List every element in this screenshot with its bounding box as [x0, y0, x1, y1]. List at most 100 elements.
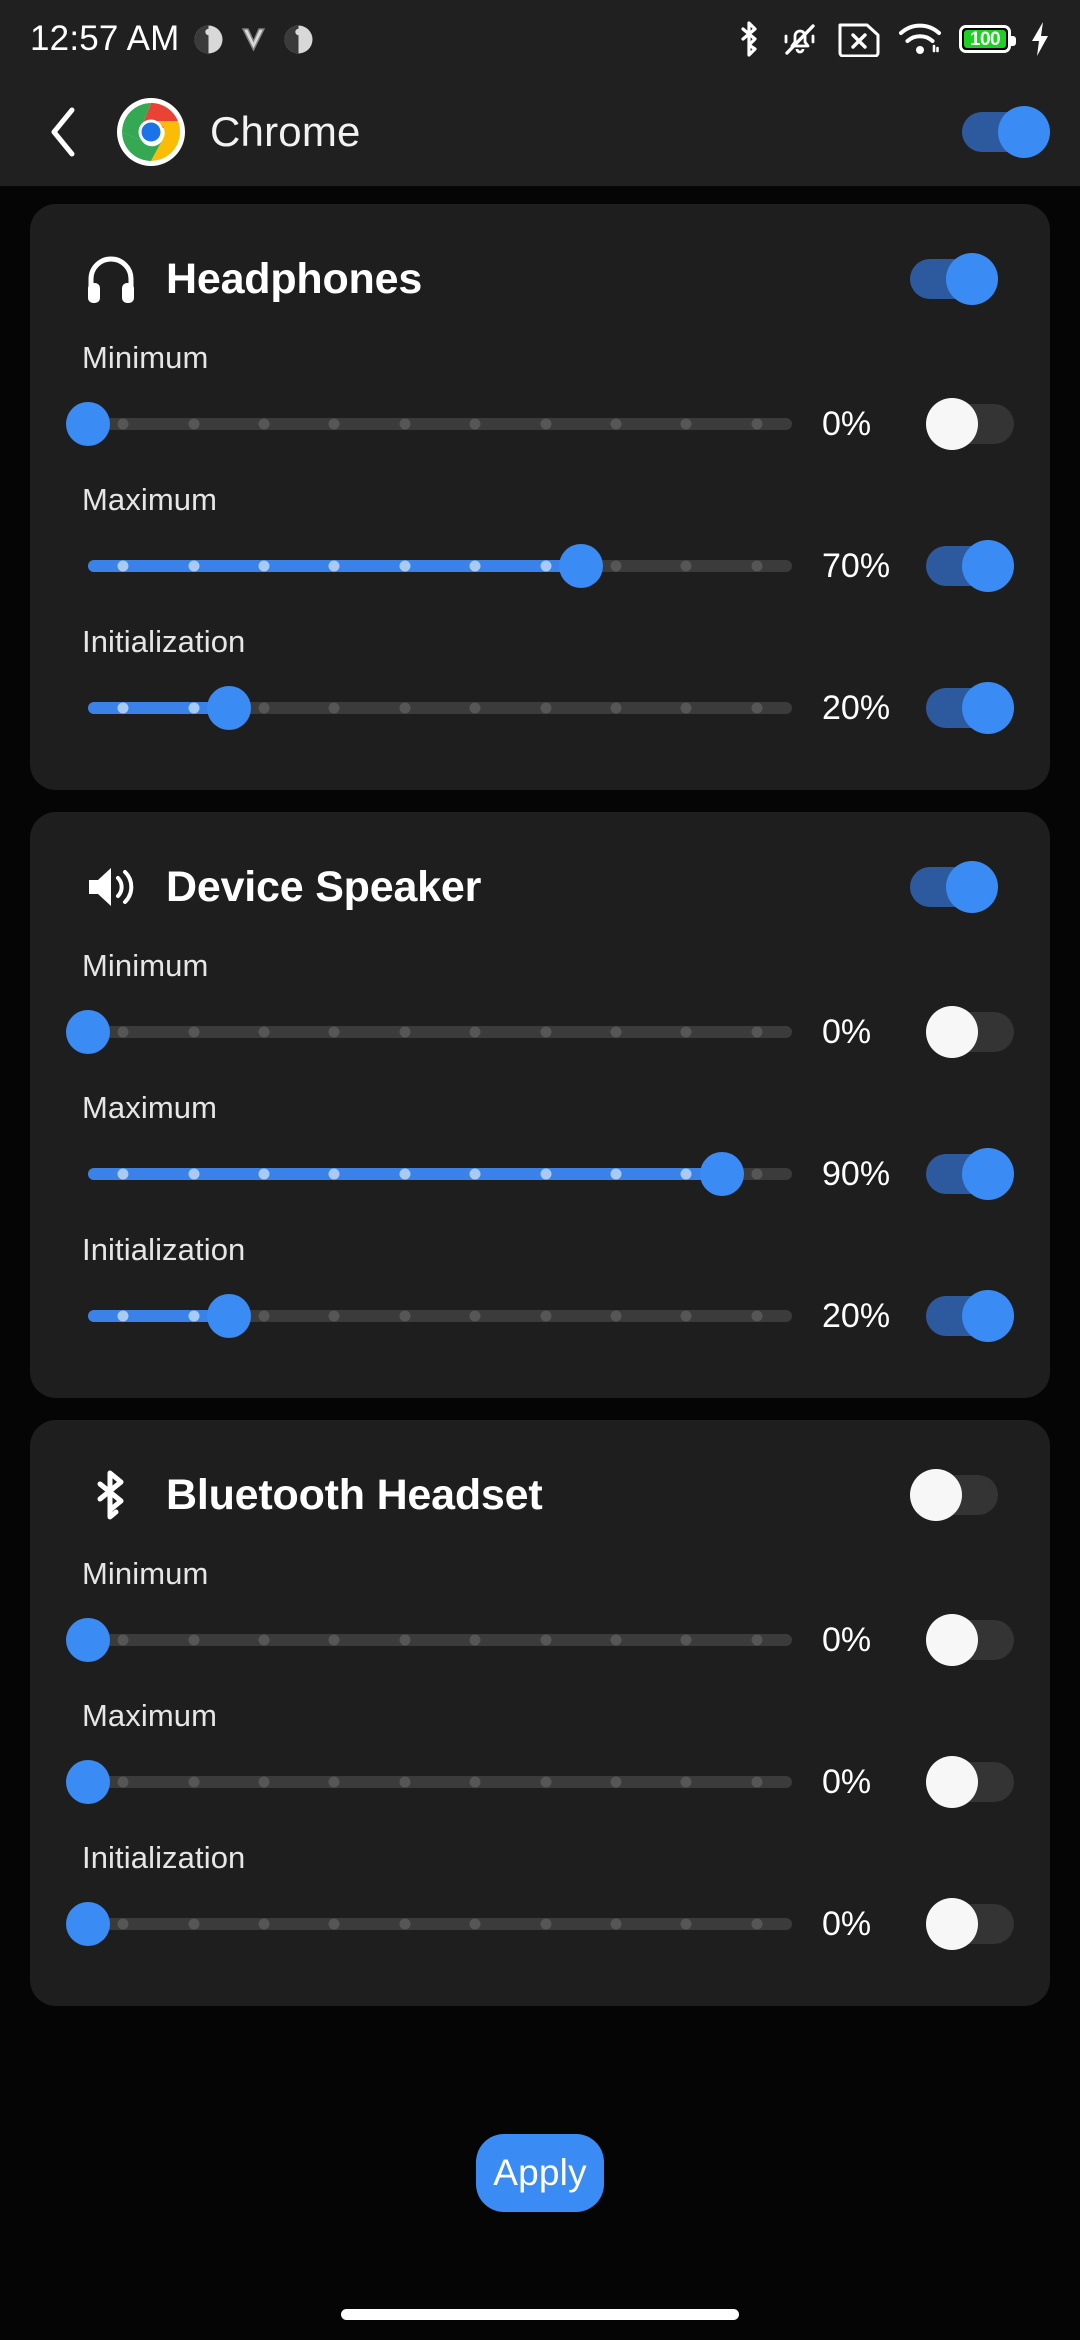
toggle-knob: [926, 1898, 978, 1950]
card-enable-toggle-bluetooth-headset[interactable]: [910, 1469, 998, 1521]
slider-tick: [258, 560, 270, 572]
slider-tick: [117, 1026, 129, 1038]
back-button[interactable]: [34, 103, 92, 161]
apply-button[interactable]: Apply: [476, 2134, 604, 2212]
toggle-knob: [926, 1756, 978, 1808]
slider-row: 20%: [60, 1268, 1020, 1364]
slider-toggle-wrap: [918, 682, 1014, 734]
app-bar: Chrome: [0, 78, 1080, 186]
battery-icon: 100: [959, 25, 1016, 53]
slider-ticks: [88, 1918, 792, 1930]
card-enable-toggle-headphones[interactable]: [910, 253, 998, 305]
slider-ticks: [88, 560, 792, 572]
slider-tick: [469, 1310, 481, 1322]
slider-value-label: 70%: [822, 546, 891, 585]
slider-toggle-wrap: [918, 398, 1014, 450]
card-header-device-speaker: Device Speaker: [60, 842, 1020, 938]
slider-label: Initialization: [82, 1840, 246, 1875]
slider-tick: [469, 1776, 481, 1788]
app-badge-icon: [193, 24, 224, 55]
slider-tick: [328, 560, 340, 572]
card-enable-toggle-device-speaker[interactable]: [910, 861, 998, 913]
slider-label: Initialization: [82, 1232, 246, 1267]
headphones-icon: [82, 250, 140, 308]
slider-tick: [399, 1634, 411, 1646]
slider-tick: [751, 1634, 763, 1646]
card-title-bluetooth-headset: Bluetooth Headset: [166, 1470, 543, 1519]
toggle-knob: [962, 1148, 1014, 1200]
slider-thumb[interactable]: [66, 402, 110, 446]
slider-tick: [328, 1918, 340, 1930]
volume-slider[interactable]: [70, 660, 806, 756]
slider-enable-toggle[interactable]: [926, 540, 1014, 592]
slider-tick: [610, 1776, 622, 1788]
slider-tick: [188, 1634, 200, 1646]
volume-slider[interactable]: [70, 1268, 806, 1364]
slider-tick: [469, 702, 481, 714]
slider-tick: [328, 1634, 340, 1646]
slider-ticks: [88, 1026, 792, 1038]
slider-tick: [680, 1026, 692, 1038]
slider-thumb[interactable]: [206, 686, 251, 730]
vibrate-off-icon: [780, 19, 820, 59]
volume-slider[interactable]: [66, 376, 806, 472]
volume-slider[interactable]: [66, 1734, 806, 1830]
slider-value-label: 0%: [822, 404, 872, 443]
slider-thumb[interactable]: [699, 1152, 744, 1196]
slider-tick: [258, 1918, 270, 1930]
slider-tick: [469, 418, 481, 430]
slider-label: Minimum: [82, 1556, 209, 1591]
slider-tick: [117, 560, 129, 572]
volume-slider[interactable]: [70, 518, 806, 614]
master-toggle[interactable]: [962, 106, 1050, 158]
slider-enable-toggle[interactable]: [926, 1756, 1014, 1808]
slider-ticks: [88, 702, 792, 714]
volume-slider[interactable]: [66, 984, 806, 1080]
slider-enable-toggle[interactable]: [926, 1614, 1014, 1666]
slider-tick: [751, 702, 763, 714]
slider-toggle-wrap: [918, 540, 1014, 592]
slider-value-label: 90%: [822, 1154, 891, 1193]
slider-value-label: 0%: [822, 1620, 872, 1659]
slider-toggle-wrap: [918, 1006, 1014, 1058]
slider-enable-toggle[interactable]: [926, 398, 1014, 450]
slider-tick: [469, 1918, 481, 1930]
slider-enable-toggle[interactable]: [926, 1290, 1014, 1342]
slider-tick: [258, 1776, 270, 1788]
slider-label: Maximum: [82, 482, 218, 517]
slider-tick: [188, 1776, 200, 1788]
slider-tick: [117, 1776, 129, 1788]
slider-thumb[interactable]: [66, 1618, 110, 1662]
slider-thumb[interactable]: [66, 1902, 110, 1946]
slider-row: 0%: [60, 984, 1020, 1080]
home-indicator[interactable]: [341, 2309, 739, 2320]
slider-tick: [751, 560, 763, 572]
phone-screen: 12:57 AM 100 Chrome Headphones Minimum 0…: [0, 0, 1080, 2340]
slider-thumb[interactable]: [66, 1010, 110, 1054]
slider-tick: [540, 1776, 552, 1788]
slider-tick: [751, 1310, 763, 1322]
slider-enable-toggle[interactable]: [926, 1898, 1014, 1950]
slider-tick: [751, 1776, 763, 1788]
slider-tick: [610, 1634, 622, 1646]
slider-tick: [610, 702, 622, 714]
slider-tick: [469, 1168, 481, 1180]
slider-row: 0%: [60, 1876, 1020, 1972]
slider-thumb[interactable]: [66, 1760, 110, 1804]
slider-thumb[interactable]: [206, 1294, 251, 1338]
slider-tick: [399, 702, 411, 714]
toggle-knob: [926, 1614, 978, 1666]
volume-slider[interactable]: [66, 1876, 806, 1972]
volume-slider[interactable]: [66, 1592, 806, 1688]
app-badge-icon: [283, 24, 314, 55]
card-header-headphones: Headphones: [60, 234, 1020, 330]
slider-tick: [258, 1310, 270, 1322]
slider-enable-toggle[interactable]: [926, 682, 1014, 734]
slider-tick: [117, 418, 129, 430]
slider-thumb[interactable]: [558, 544, 603, 588]
slider-tick: [117, 1918, 129, 1930]
slider-label: Minimum: [82, 948, 209, 983]
slider-enable-toggle[interactable]: [926, 1148, 1014, 1200]
slider-enable-toggle[interactable]: [926, 1006, 1014, 1058]
volume-slider[interactable]: [70, 1126, 806, 1222]
